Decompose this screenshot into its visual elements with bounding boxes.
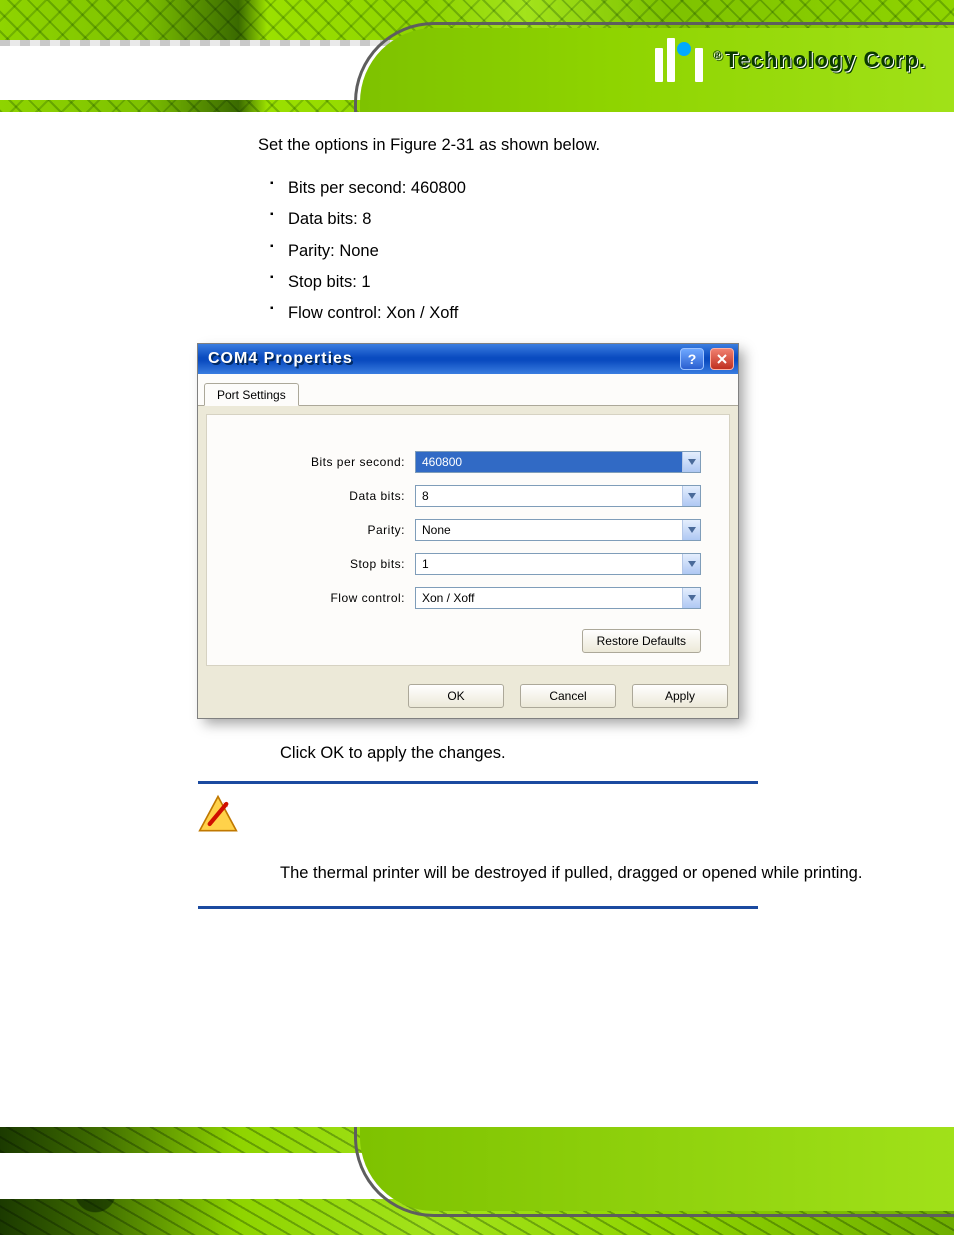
chevron-down-icon: [682, 554, 700, 574]
close-icon: [717, 354, 727, 364]
warning-icon: [198, 794, 238, 834]
flowcontrol-label: Flow control:: [235, 591, 405, 605]
page-footer-decor: [0, 1127, 954, 1235]
databits-label: Data bits:: [235, 489, 405, 503]
help-button[interactable]: ?: [680, 348, 704, 370]
bps-label: Bits per second:: [235, 455, 405, 469]
cancel-button[interactable]: Cancel: [520, 684, 616, 708]
dialog-button-row: OK Cancel Apply: [198, 674, 738, 718]
stopbits-label: Stop bits:: [235, 557, 405, 571]
parity-select[interactable]: None: [415, 519, 701, 541]
dialog-titlebar: COM4 Properties ?: [198, 344, 738, 374]
dialog-title: COM4 Properties: [208, 350, 674, 368]
logo-icon: [655, 38, 703, 82]
list-item: Flow control: Xon / Xoff: [276, 302, 898, 324]
divider: [198, 781, 758, 784]
close-button[interactable]: [710, 348, 734, 370]
intro-text: Set the options in Figure 2-31 as shown …: [258, 136, 898, 155]
chevron-down-icon: [682, 588, 700, 608]
list-item: Stop bits: 1: [276, 271, 898, 293]
restore-defaults-button[interactable]: Restore Defaults: [582, 629, 701, 653]
com-properties-dialog: COM4 Properties ? Port Settings Bits per…: [198, 344, 738, 718]
apply-button[interactable]: Apply: [632, 684, 728, 708]
ok-button[interactable]: OK: [408, 684, 504, 708]
chevron-down-icon: [682, 486, 700, 506]
bps-value: 460800: [416, 452, 682, 472]
brand-logo: ®Technology Corp.: [655, 38, 926, 82]
stopbits-value: 1: [416, 554, 682, 574]
databits-select[interactable]: 8: [415, 485, 701, 507]
brand-name: Technology Corp.: [725, 47, 926, 72]
page-header-decor: ®Technology Corp.: [0, 0, 954, 112]
flowcontrol-value: Xon / Xoff: [416, 588, 682, 608]
list-item: Bits per second: 460800: [276, 177, 898, 199]
databits-value: 8: [416, 486, 682, 506]
parity-value: None: [416, 520, 682, 540]
tab-port-settings[interactable]: Port Settings: [204, 383, 299, 406]
port-settings-panel: Bits per second: 460800 Data bits: 8 Par…: [206, 414, 730, 666]
list-item: Data bits: 8: [276, 208, 898, 230]
bps-select[interactable]: 460800: [415, 451, 701, 473]
chevron-down-icon: [682, 520, 700, 540]
warning-text: The thermal printer will be destroyed if…: [280, 858, 898, 889]
settings-list: Bits per second: 460800 Data bits: 8 Par…: [258, 177, 898, 324]
divider: [198, 906, 758, 909]
flowcontrol-select[interactable]: Xon / Xoff: [415, 587, 701, 609]
step-text: Click OK to apply the changes.: [280, 744, 898, 763]
parity-label: Parity:: [235, 523, 405, 537]
chevron-down-icon: [682, 452, 700, 472]
list-item: Parity: None: [276, 240, 898, 262]
stopbits-select[interactable]: 1: [415, 553, 701, 575]
